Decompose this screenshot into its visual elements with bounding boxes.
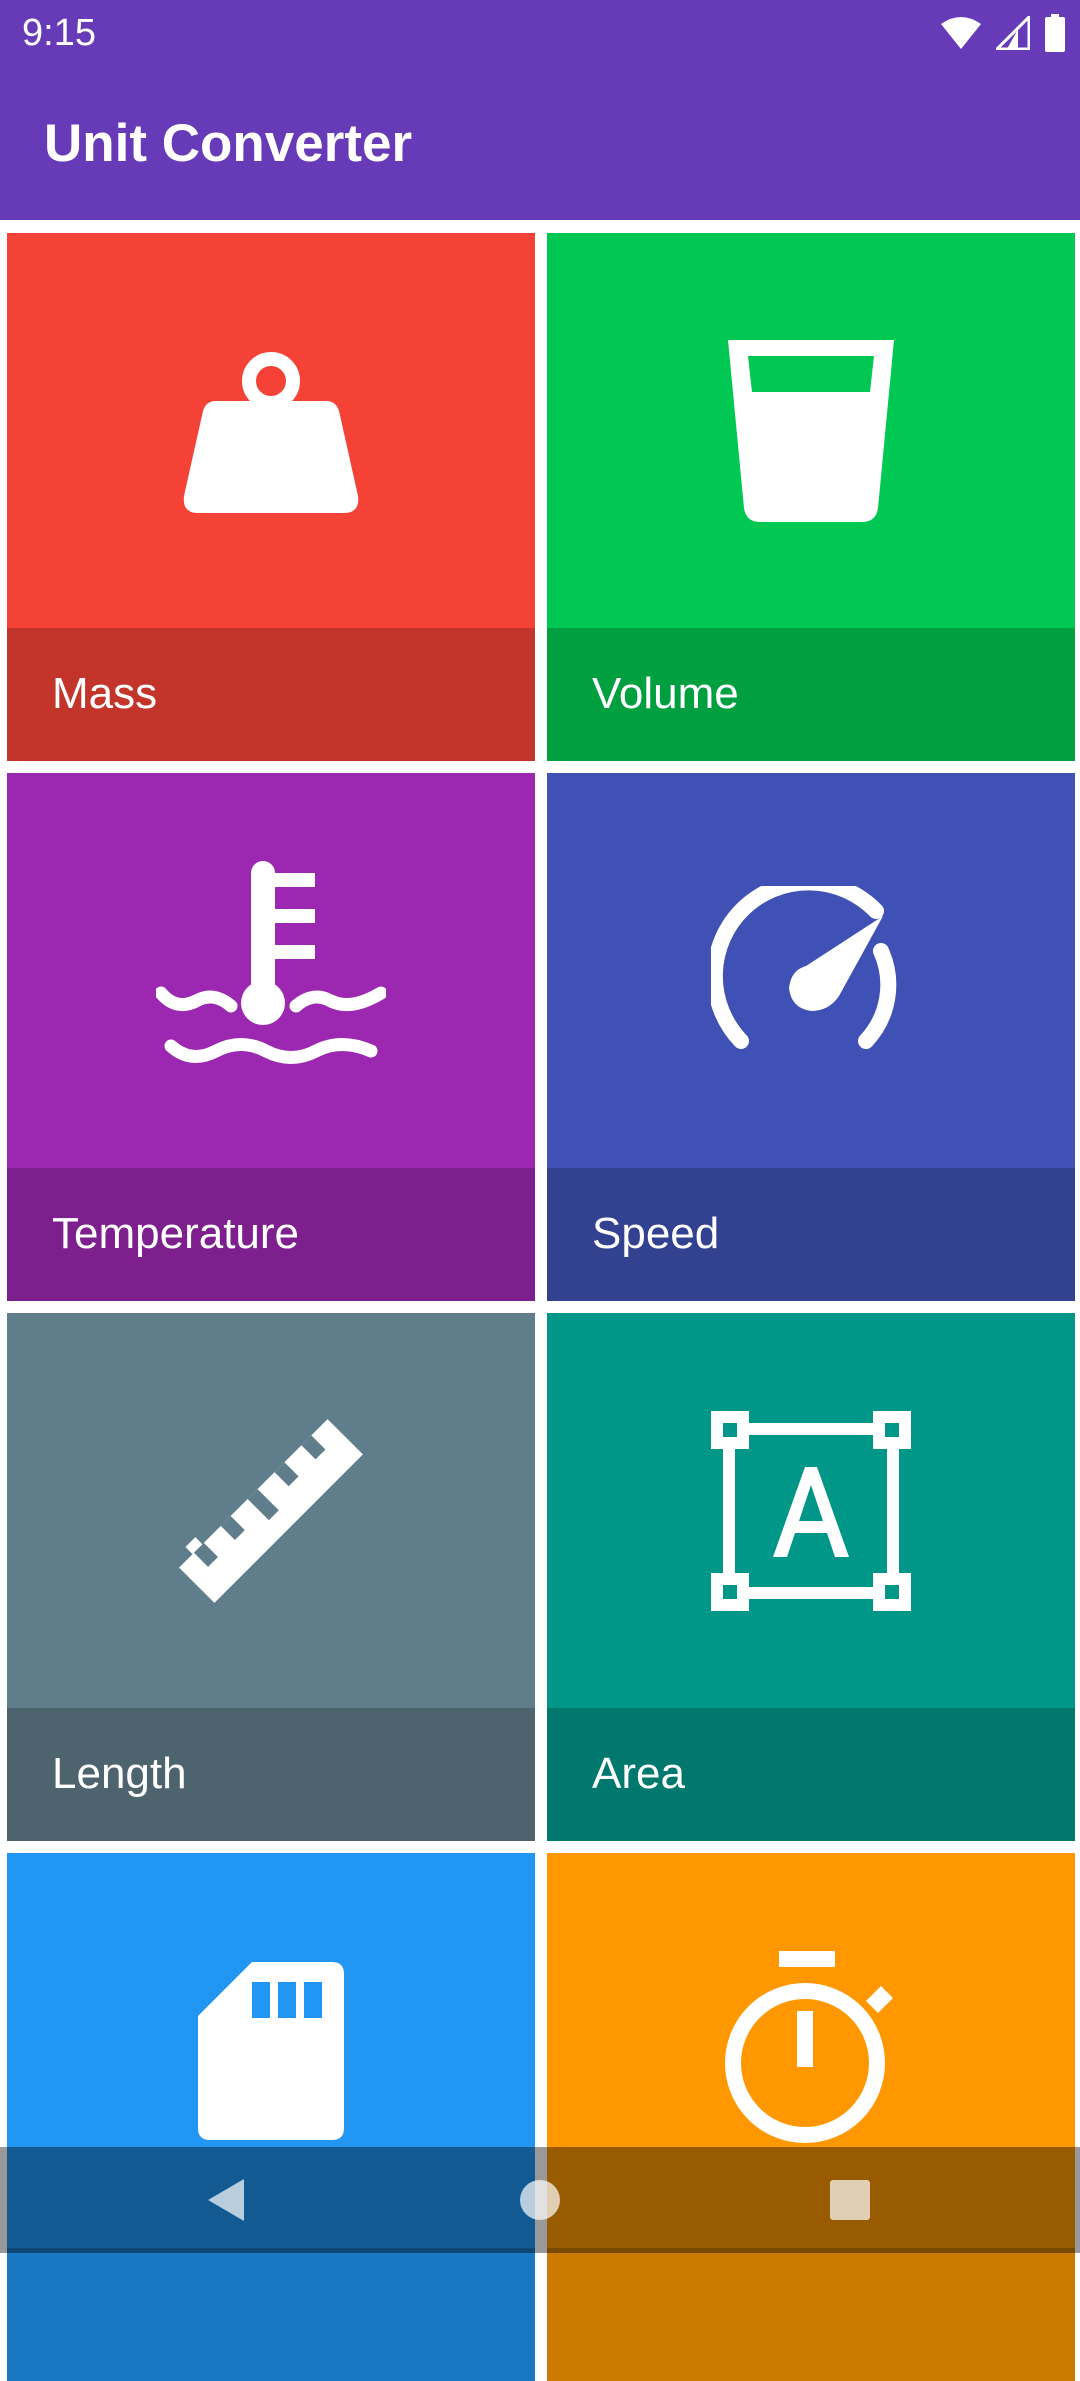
tile-icon-area (7, 233, 535, 628)
tile-label-bar: Mass (7, 628, 535, 761)
category-tile-mass[interactable]: Mass (7, 233, 535, 761)
back-icon (208, 2179, 244, 2221)
speedometer-icon (711, 885, 897, 1049)
tile-label: Area (592, 1749, 685, 1798)
tile-label-bar: Area (547, 1708, 1075, 1841)
home-button[interactable] (480, 2147, 600, 2253)
sd-card-icon (198, 1961, 344, 2140)
tile-label-bar: Length (7, 1708, 535, 1841)
tile-label-bar (547, 2248, 1075, 2381)
app-title: Unit Converter (44, 114, 413, 173)
tile-icon-area (7, 1313, 535, 1708)
category-tile-area[interactable]: Area (547, 1313, 1075, 1841)
glass-icon (728, 339, 894, 522)
category-tile-storage[interactable] (7, 1853, 535, 2381)
tile-label: Volume (592, 669, 739, 718)
tile-label-bar (7, 2248, 535, 2381)
tile-label: Length (52, 1749, 187, 1798)
status-time: 9:15 (22, 12, 96, 54)
battery-icon (1045, 14, 1065, 52)
app-bar: Unit Converter (0, 66, 1080, 220)
status-icons (940, 12, 1066, 54)
thermometer-water-icon (156, 860, 386, 1064)
category-tile-speed[interactable]: Speed (547, 773, 1075, 1301)
tile-icon-area (547, 233, 1075, 628)
tile-icon-area (547, 773, 1075, 1168)
ruler-icon (179, 1418, 363, 1603)
recents-icon (830, 2180, 870, 2220)
cell-signal-icon (996, 16, 1030, 50)
back-button[interactable] (166, 2147, 286, 2253)
stopwatch-icon (725, 1950, 893, 2143)
recents-button[interactable] (790, 2147, 910, 2253)
category-tile-volume[interactable]: Volume (547, 233, 1075, 761)
tile-icon-area (547, 1313, 1075, 1708)
tile-label-bar: Temperature (7, 1168, 535, 1301)
tile-label-bar: Volume (547, 628, 1075, 761)
category-tile-time[interactable] (547, 1853, 1075, 2381)
tile-label: Speed (592, 1209, 720, 1258)
area-text-icon (711, 1410, 911, 1611)
category-tile-length[interactable]: Length (7, 1313, 535, 1841)
home-icon (520, 2180, 560, 2220)
tile-icon-area (7, 773, 535, 1168)
tile-label-bar: Speed (547, 1168, 1075, 1301)
weight-icon (183, 351, 359, 513)
navigation-bar (0, 2147, 1080, 2253)
tile-label: Mass (52, 669, 158, 718)
tile-label: Temperature (52, 1209, 300, 1258)
category-tile-temperature[interactable]: Temperature (7, 773, 535, 1301)
wifi-icon (941, 17, 981, 49)
status-bar: 9:15 (0, 0, 1080, 66)
